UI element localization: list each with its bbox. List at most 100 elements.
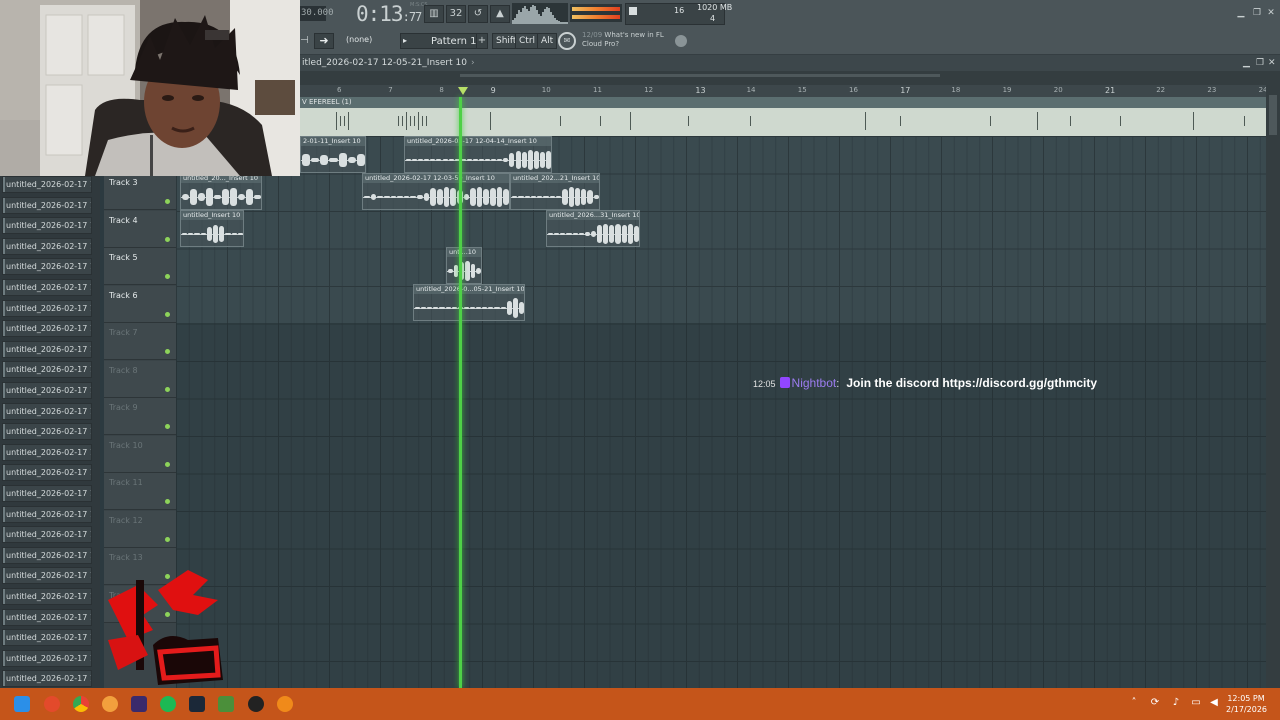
pattern-mode-selector[interactable]: (none): [346, 35, 372, 44]
browser-file-item[interactable]: untitled_2026-02-17 12-: [2, 546, 92, 564]
app-icon[interactable]: [102, 696, 118, 712]
track-mute-led-icon[interactable]: [165, 199, 170, 204]
track-header[interactable]: Track 3: [104, 173, 180, 210]
track-mute-led-icon[interactable]: [165, 386, 170, 392]
browser-file-item[interactable]: untitled_2026-02-17 12-: [2, 567, 92, 585]
chrome-icon[interactable]: [73, 696, 89, 712]
tempo-display[interactable]: 30.000: [300, 6, 334, 21]
track-header[interactable]: Track 12: [104, 510, 180, 548]
piano-roll-icon[interactable]: ▥: [424, 5, 444, 23]
audio-clip[interactable]: untitled_2026-02-17 12-03-59_Insert 10: [362, 173, 510, 210]
obs-app-icon[interactable]: [131, 696, 147, 712]
microphone-icon[interactable]: ♪: [1170, 697, 1182, 709]
audio-clip[interactable]: untitled_2026...31_Insert 10: [546, 210, 640, 247]
arrow-right-icon[interactable]: ➜: [314, 33, 334, 49]
maximize-icon[interactable]: ❐: [1252, 8, 1262, 18]
pattern-selector[interactable]: ▸ Pattern 1: [400, 33, 488, 49]
playlist-vertical-scrollbar[interactable]: [1266, 85, 1280, 688]
spotify-icon[interactable]: [160, 696, 176, 712]
track-mute-led-icon[interactable]: [165, 461, 170, 467]
audio-clip[interactable]: untitled_202...21_Insert 10: [510, 173, 600, 210]
news-icon[interactable]: ✉: [558, 32, 576, 50]
timeline-ruler[interactable]: 6 7 8 9 10 11 12 13 14 15 16 17 18 19 20 21 22 23 24: [300, 85, 1268, 97]
track-name[interactable]: Track 11: [109, 478, 143, 487]
track-header[interactable]: Track 5: [104, 248, 180, 285]
audio-clip[interactable]: untitled_Insert 10: [180, 210, 244, 247]
add-pattern-icon[interactable]: +: [476, 33, 488, 49]
chevron-right-icon[interactable]: ›: [471, 58, 475, 68]
taskbar-clock[interactable]: 12:05 PM 2/17/2026: [1226, 693, 1267, 715]
audio-clip[interactable]: unti...10: [446, 247, 482, 284]
browser-file-item[interactable]: untitled_2026-02-17 12-: [2, 320, 92, 338]
scrollbar-thumb[interactable]: [1269, 95, 1277, 135]
recording-app-icon[interactable]: [248, 696, 264, 712]
track-name[interactable]: Track 8: [109, 366, 138, 375]
browser-file-item[interactable]: untitled_2026-02-17 12-: [2, 361, 92, 379]
metronome-icon[interactable]: ▲: [490, 5, 510, 23]
track-mute-led-icon[interactable]: [165, 499, 170, 504]
audio-clip[interactable]: untitled_2026-0...05-21_Insert 10: [413, 284, 525, 321]
volume-icon[interactable]: ◀: [1208, 697, 1220, 709]
audio-clip[interactable]: untitled_20..._Insert 10: [180, 173, 262, 210]
track-mute-led-icon[interactable]: [165, 274, 170, 279]
browser-file-item[interactable]: untitled_2026-02-17 12-: [2, 176, 92, 193]
pattern-prev-icon[interactable]: ▸: [403, 36, 409, 46]
fl-studio-icon[interactable]: [277, 696, 293, 712]
track-mute-led-icon[interactable]: [165, 424, 170, 429]
close-icon[interactable]: ✕: [1266, 8, 1276, 18]
browser-file-item[interactable]: untitled_2026-02-17 12-: [2, 588, 92, 605]
display-icon[interactable]: ▭: [1190, 697, 1202, 709]
track-mute-led-icon[interactable]: [165, 536, 170, 542]
windows-start-icon[interactable]: [14, 696, 30, 712]
track-mute-led-icon[interactable]: [165, 349, 170, 354]
browser-file-item[interactable]: untitled_2026-02-17 12-: [2, 299, 92, 317]
alt-key-button[interactable]: Alt: [537, 33, 558, 49]
track-name[interactable]: Track 9: [109, 403, 138, 412]
browser-file-item[interactable]: untitled_2026-02-17 12-: [2, 526, 92, 544]
track-header[interactable]: Track 8: [104, 360, 180, 398]
online-globe-icon[interactable]: [675, 35, 687, 47]
scrollbar-thumb[interactable]: [460, 74, 940, 77]
snap-icon[interactable]: ⊣: [300, 33, 309, 51]
track-header[interactable]: Track 6: [104, 285, 180, 323]
browser-file-item[interactable]: untitled_2026-02-17 12-: [2, 670, 92, 688]
browser-file-item[interactable]: untitled_2026-02-17 12-: [2, 649, 92, 667]
track-name[interactable]: Track 10: [109, 441, 143, 450]
browser-file-item[interactable]: untitled_2026-02-17 12-: [2, 608, 92, 626]
browser-file-item[interactable]: untitled_2026-02-17 12-: [2, 423, 92, 441]
track-name[interactable]: Track 3: [109, 178, 138, 187]
game-app-icon[interactable]: [218, 696, 234, 712]
browser-file-item[interactable]: untitled_2026-02-17 12-: [2, 217, 92, 235]
track-mute-led-icon[interactable]: [165, 236, 170, 242]
track-name[interactable]: Track 7: [109, 328, 138, 337]
browser-file-item[interactable]: untitled_2026-02-17 12-: [2, 505, 92, 523]
track-header[interactable]: Track 7: [104, 323, 180, 360]
browser-file-item[interactable]: untitled_2026-02-17 12-: [2, 279, 92, 296]
news-panel[interactable]: 12/09 What's new in FL Cloud Pro?: [582, 31, 664, 49]
browser-file-item[interactable]: untitled_2026-02-17 12-: [2, 402, 92, 420]
browser-file-item[interactable]: untitled_2026-02-17 12-: [2, 258, 92, 276]
track-mute-led-icon[interactable]: [165, 311, 170, 317]
track-header[interactable]: Track 11: [104, 473, 180, 510]
track-name[interactable]: Track 5: [109, 253, 138, 262]
chevron-up-icon[interactable]: ˄: [1128, 697, 1140, 709]
playhead-marker-icon[interactable]: [458, 87, 468, 95]
browser-file-item[interactable]: untitled_2026-02-17 12-: [2, 443, 92, 461]
browser-file-item[interactable]: untitled_2026-02-17 12-: [2, 485, 92, 502]
browser-file-item[interactable]: untitled_2026-02-17 12-: [2, 464, 92, 482]
browser-file-item[interactable]: untitled_2026-02-17 12-: [2, 629, 92, 647]
track-header[interactable]: Track 4: [104, 210, 180, 248]
playlist-close-icon[interactable]: ✕: [1268, 58, 1276, 68]
brave-browser-icon[interactable]: [44, 696, 60, 712]
track-name[interactable]: Track 12: [109, 516, 143, 525]
browser-file-item[interactable]: untitled_2026-02-17 12-: [2, 340, 92, 358]
audio-clip[interactable]: 2-01-11_Insert 10: [300, 136, 366, 173]
browser-file-item[interactable]: untitled_2026-02-17 12-: [2, 382, 92, 399]
steam-icon[interactable]: [189, 696, 205, 712]
playlist-maximize-icon[interactable]: ❐: [1256, 58, 1264, 68]
playlist-horizontal-scrollbar[interactable]: [300, 71, 1280, 85]
update-icon[interactable]: ⟳: [1149, 697, 1161, 709]
track-header[interactable]: Track 10: [104, 435, 180, 473]
step-seq-icon[interactable]: 32: [446, 5, 466, 23]
audio-clip[interactable]: untitled_2026-02-17 12-04-14_Insert 10: [404, 136, 552, 173]
